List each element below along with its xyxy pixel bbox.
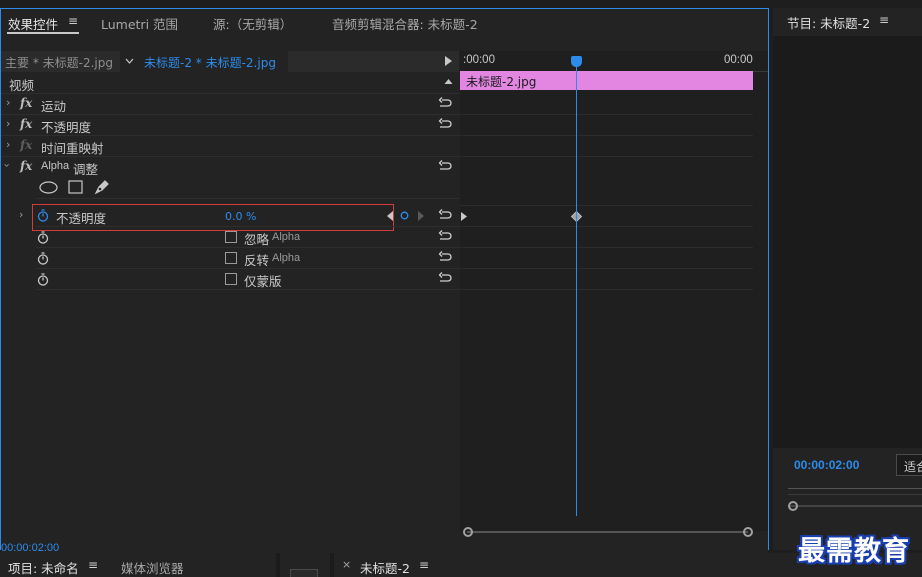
property-label: 调整 [73,162,99,177]
watermark-logo: 最需教育 [795,526,922,567]
property-row-opacity[interactable]: › fx 不透明度 [1,114,459,135]
chevron-down-icon [125,58,134,64]
ellipse-mask-icon[interactable] [39,181,58,194]
close-icon[interactable]: × [342,558,351,571]
keyframe-start-marker-icon [461,212,467,221]
mask-tools-row [1,177,459,198]
reset-icon[interactable] [438,251,452,263]
property-row-time-remapping[interactable]: › fx 时间重映射 [1,135,459,156]
chevron-up-icon[interactable] [444,78,453,85]
program-ruler[interactable] [788,488,922,489]
effect-timeline[interactable]: :00:00 00:00 [460,51,768,555]
pen-mask-icon[interactable] [94,179,110,195]
tab-lumetri-scopes[interactable]: Lumetri 范围 [101,14,178,33]
fx-icon[interactable]: fx [20,96,32,110]
rectangle-mask-icon[interactable] [68,180,83,194]
checkbox-label: 仅蒙版 [244,274,282,289]
active-tab-underline [7,32,79,34]
clip-name-label: 未标题-2.jpg [466,75,537,89]
stopwatch-icon[interactable] [37,252,49,265]
expand-chevron-icon[interactable]: › [6,117,10,130]
tab-effect-controls[interactable]: 效果控件 [8,14,58,33]
zoom-handle-left[interactable] [463,527,473,537]
collapse-chevron-icon[interactable]: › [1,163,14,167]
video-section-header: 视频 [1,72,459,93]
reset-icon[interactable] [438,272,452,284]
expand-chevron-icon[interactable]: › [6,96,10,109]
program-title[interactable]: 节目: 未标题-2 [787,13,870,32]
property-label: 时间重映射 [41,141,104,156]
fx-icon[interactable]: fx [20,159,32,173]
clip-selector-label: 未标题-2 * 未标题-2.jpg [144,56,276,70]
expand-chevron-icon[interactable]: › [19,208,23,221]
tab-sequence[interactable]: 未标题-2 [360,558,410,577]
hamburger-menu-icon[interactable]: ≡ [68,14,78,28]
zoom-scrollbar-track[interactable] [467,531,748,533]
hamburger-menu-icon[interactable]: ≡ [88,558,98,572]
ruler-end-label: 00:00 [724,54,753,66]
program-tab-bar: 节目: 未标题-2 ≡ [773,8,922,36]
master-clip-label[interactable]: 主要 * 未标题-2.jpg [5,54,113,71]
tab-media-browser[interactable]: 媒体浏览器 [121,558,184,577]
program-zoom-track[interactable] [788,505,922,507]
checkbox-label: 反转 [244,253,270,268]
next-keyframe-icon[interactable] [418,211,424,221]
program-zoom-handle[interactable] [788,501,798,511]
playhead-line [576,64,577,516]
fit-dropdown-label: 适合 [904,460,922,474]
property-label: 运动 [41,99,67,114]
param-row-invert-alpha[interactable]: 反转 Alpha [1,248,459,269]
param-row-ignore-alpha[interactable]: 忽略 Alpha [1,227,459,248]
reset-icon[interactable] [438,118,452,130]
tab-audio-clip-mixer[interactable]: 音频剪辑混合器: 未标题-2 [332,14,478,33]
zoom-handle-right[interactable] [743,527,753,537]
param-row-mask-only[interactable]: 仅蒙版 [1,269,459,290]
expand-chevron-icon[interactable]: › [6,138,10,151]
tab-source[interactable]: 源:（无剪辑） [213,14,292,33]
timeline-clip[interactable]: 未标题-2.jpg [460,71,753,90]
fx-icon: fx [20,138,33,152]
checkbox-label-latin: Alpha [272,231,301,243]
property-label-latin: Alpha [41,160,70,172]
stopwatch-icon[interactable] [37,231,49,244]
clip-selector[interactable]: 未标题-2 * 未标题-2.jpg [120,51,288,72]
section-title-video: 视频 [9,78,35,93]
property-row-motion[interactable]: › fx 运动 [1,93,459,114]
panel-tab-bar: 效果控件 ≡ Lumetri 范围 源:（无剪辑） 音频剪辑混合器: 未标题-2 [1,9,768,37]
property-row-alpha-adjust[interactable]: › fx Alpha 调整 [1,156,459,177]
ruler-start-label: :00:00 [463,54,495,66]
fit-dropdown[interactable]: 适合 [896,454,922,476]
program-timecode[interactable]: 00:00:02:00 [794,458,859,472]
playhead-icon[interactable] [571,56,582,67]
fx-icon[interactable]: fx [20,117,32,131]
reset-icon[interactable] [438,160,452,172]
reset-icon[interactable] [438,209,452,221]
watermark-text: 最需教育 [798,536,910,567]
reset-icon[interactable] [438,97,452,109]
effect-properties-list: 视频 › fx 运动 › fx 不透明度 › fx 时间重映射 › fx Alp… [1,72,459,531]
mask-only-checkbox[interactable] [225,273,237,285]
ignore-alpha-checkbox[interactable] [225,231,237,243]
source-selector-bar: 主要 * 未标题-2.jpg 未标题-2 * 未标题-2.jpg [1,51,459,72]
stopwatch-icon[interactable] [37,273,49,286]
checkbox-label: 忽略 [244,232,270,247]
hamburger-menu-icon[interactable]: ≡ [879,13,889,27]
play-triangle-icon[interactable] [445,56,452,66]
property-label: 不透明度 [41,120,92,135]
checkbox-label-latin: Alpha [272,252,301,264]
reset-icon[interactable] [438,230,452,242]
hamburger-menu-icon[interactable]: ≡ [419,558,429,572]
invert-alpha-checkbox[interactable] [225,252,237,264]
tab-project[interactable]: 项目: 未命名 [8,558,79,577]
add-keyframe-icon[interactable] [400,211,409,220]
tools-panel-edge [290,569,318,577]
